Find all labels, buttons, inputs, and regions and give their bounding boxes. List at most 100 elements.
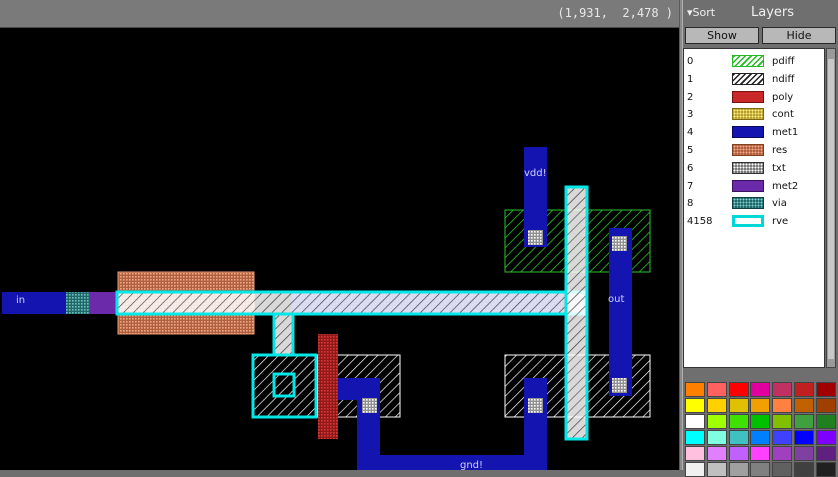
layer-swatch[interactable] — [732, 144, 764, 156]
palette-color-swatch[interactable] — [815, 446, 836, 461]
palette-color-swatch[interactable] — [750, 430, 771, 445]
contact-out-top[interactable] — [612, 236, 627, 251]
palette-color-swatch[interactable] — [750, 382, 771, 397]
palette-color-swatch[interactable] — [685, 398, 705, 413]
palette-color-swatch[interactable] — [794, 382, 814, 397]
palette-color-swatch[interactable] — [728, 398, 749, 413]
layer-row-txt[interactable]: 6 txt — [684, 160, 824, 178]
met1-input-wire[interactable] — [2, 292, 68, 314]
palette-color-swatch[interactable] — [706, 430, 727, 445]
rve-horizontal-bar[interactable] — [115, 290, 587, 316]
palette-color-swatch[interactable] — [815, 398, 836, 413]
palette-color-swatch[interactable] — [815, 430, 836, 445]
layer-swatch[interactable] — [732, 90, 764, 103]
palette-color-swatch[interactable] — [706, 446, 727, 461]
layer-name: ndiff — [772, 73, 795, 85]
layer-swatch[interactable] — [732, 108, 764, 121]
met1-gnd-drop-right[interactable] — [524, 378, 547, 470]
layer-number: 5 — [687, 145, 694, 156]
layer-name: res — [772, 145, 788, 156]
layer-number: 4158 — [687, 216, 713, 228]
met1-out-wire[interactable] — [609, 228, 632, 396]
panel-header: ▾Sort Layers — [683, 0, 838, 27]
label-vdd: vdd! — [524, 168, 547, 179]
layer-number: 1 — [687, 73, 694, 85]
scrollbar-thumb[interactable] — [828, 59, 834, 359]
layer-row-met2[interactable]: 7 met2 — [684, 178, 824, 196]
layer-row-via[interactable]: 8 via — [684, 195, 824, 213]
layer-row-rve[interactable]: 4158 rve — [684, 213, 824, 231]
layer-swatch[interactable] — [732, 126, 764, 139]
layer-row-pdiff[interactable]: 0 pdiff — [684, 53, 824, 71]
cursor-coordinates: (1,931, 2,478 ) — [557, 6, 673, 20]
show-button[interactable]: Show — [685, 27, 759, 44]
contact-out-bottom[interactable] — [612, 378, 627, 393]
met2-segment[interactable] — [90, 292, 118, 314]
palette-color-swatch[interactable] — [772, 430, 793, 445]
toolbar-strip: (1,931, 2,478 ) — [0, 0, 679, 28]
palette-color-swatch[interactable] — [728, 414, 749, 429]
palette-color-swatch[interactable] — [750, 414, 771, 429]
layout-canvas[interactable]: in vdd! out gnd! — [0, 28, 679, 470]
hide-button[interactable]: Hide — [762, 27, 836, 44]
layout-drawing[interactable]: in vdd! out gnd! — [0, 28, 679, 470]
palette-color-swatch[interactable] — [772, 446, 793, 461]
layer-number: 8 — [687, 198, 694, 210]
palette-color-swatch[interactable] — [750, 398, 771, 413]
palette-color-swatch[interactable] — [794, 398, 814, 413]
palette-color-swatch[interactable] — [772, 398, 793, 413]
layer-name: met1 — [772, 127, 799, 139]
palette-color-swatch[interactable] — [794, 446, 814, 461]
layer-number: 2 — [687, 91, 694, 103]
label-out: out — [608, 294, 624, 305]
contact-left-diff[interactable] — [362, 398, 377, 413]
layer-number: 4 — [687, 127, 694, 139]
layer-swatch[interactable] — [732, 55, 764, 67]
palette-color-swatch[interactable] — [750, 446, 771, 461]
layer-number: 6 — [687, 162, 694, 174]
via-input[interactable] — [66, 292, 90, 314]
layer-swatch[interactable] — [732, 179, 764, 192]
color-palette — [683, 380, 838, 477]
palette-color-swatch[interactable] — [794, 414, 814, 429]
layer-list-scrollbar[interactable] — [826, 48, 836, 368]
palette-color-swatch[interactable] — [685, 382, 705, 397]
palette-color-swatch[interactable] — [706, 398, 727, 413]
layers-panel: ▾Sort Layers Show Hide 0 pdiff 1 ndiff 2 poly… — [683, 0, 838, 477]
layer-name: rve — [772, 216, 789, 228]
contact-vdd[interactable] — [528, 230, 543, 245]
layer-name: txt — [772, 162, 786, 174]
contact-gnd[interactable] — [528, 398, 543, 413]
layer-row-ndiff[interactable]: 1 ndiff — [684, 71, 824, 89]
layer-row-cont[interactable]: 3 cont — [684, 106, 824, 124]
sort-button[interactable]: ▾Sort — [687, 6, 715, 19]
palette-color-swatch[interactable] — [794, 430, 814, 445]
palette-color-swatch[interactable] — [728, 430, 749, 445]
layer-row-res[interactable]: 5 res — [684, 142, 824, 160]
layer-swatch[interactable] — [732, 215, 764, 228]
layer-name: via — [772, 198, 787, 210]
palette-color-swatch[interactable] — [685, 446, 705, 461]
layer-swatch[interactable] — [732, 161, 764, 174]
poly-gate-left[interactable] — [318, 334, 338, 439]
layer-row-poly[interactable]: 2 poly — [684, 89, 824, 107]
label-gnd: gnd! — [460, 460, 483, 470]
palette-color-swatch[interactable] — [685, 430, 705, 445]
palette-color-swatch[interactable] — [815, 382, 836, 397]
palette-color-swatch[interactable] — [706, 414, 727, 429]
rve-contact-box[interactable] — [251, 353, 318, 419]
layer-name: cont — [772, 109, 794, 121]
palette-color-swatch[interactable] — [685, 414, 705, 429]
layer-swatch[interactable] — [732, 197, 764, 210]
layer-row-met1[interactable]: 4 met1 — [684, 124, 824, 142]
palette-color-swatch[interactable] — [706, 382, 727, 397]
palette-color-swatch[interactable] — [728, 382, 749, 397]
label-in: in — [16, 295, 25, 306]
palette-color-swatch[interactable] — [772, 382, 793, 397]
layer-swatch[interactable] — [732, 72, 764, 85]
palette-color-swatch[interactable] — [772, 414, 793, 429]
met1-gnd-rail[interactable] — [357, 455, 547, 470]
palette-color-swatch[interactable] — [728, 446, 749, 461]
rve-vertical-bar[interactable] — [564, 185, 589, 441]
palette-color-swatch[interactable] — [815, 414, 836, 429]
